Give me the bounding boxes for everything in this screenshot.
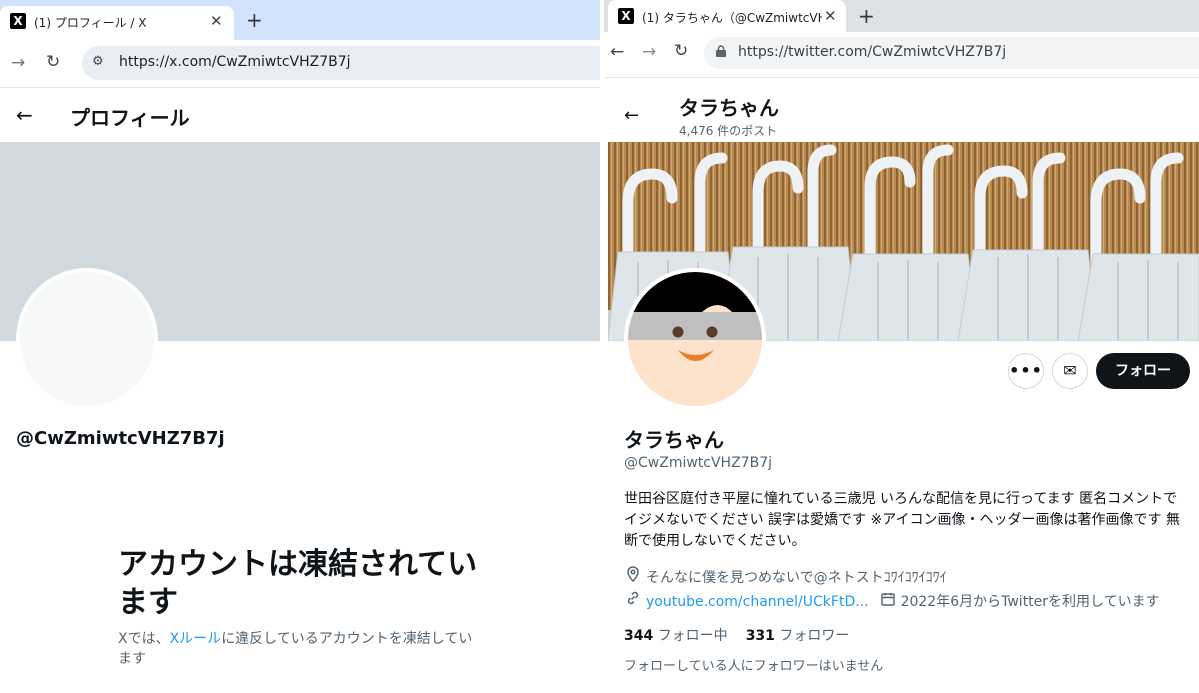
profile-avatar[interactable] [624,268,766,410]
left-toolbar: → ↻ ⚙ https://x.com/CwZmiwtcVHZ7B7j [0,40,600,86]
right-tab-profile[interactable]: X (1) タラちゃん（@CwZmiwtcVHZ7B7j ✕ [608,0,846,32]
right-toolbar: ← → ↻ https://twitter.com/CwZmiwtcVHZ7B7… [604,32,1199,74]
back-arrow-icon[interactable]: ← [624,105,639,127]
following-count: 344 [624,628,654,644]
right-tab-strip: X (1) タラちゃん（@CwZmiwtcVHZ7B7j ✕ + [604,0,1199,32]
suspended-description: Xでは、Xルールに違反しているアカウントを凍結しています [118,629,478,669]
left-tab-strip: X (1) プロフィール / X ✕ + [0,0,600,40]
joined-text: 2022年6月からTwitterを利用しています [900,594,1160,610]
message-button[interactable]: ✉ [1052,353,1088,389]
left-address-bar[interactable]: ⚙ https://x.com/CwZmiwtcVHZ7B7j [82,46,600,80]
back-icon[interactable]: ← [610,42,624,62]
forward-icon[interactable]: → [642,42,656,62]
lock-icon[interactable] [716,45,726,57]
user-handle: @CwZmiwtcVHZ7B7j [624,455,772,471]
back-arrow-icon[interactable]: ← [16,104,33,126]
left-browser-window: X (1) プロフィール / X ✕ + → ↻ ⚙ https://x.com… [0,0,600,693]
left-tab-title: (1) プロフィール / X [34,16,147,30]
page-title: プロフィール [70,106,190,130]
left-profile-header: ← プロフィール [0,88,600,142]
new-tab-button[interactable]: + [858,6,875,26]
no-mutual-followers: フォローしている人にフォロワーはいません [624,659,884,674]
profile-bio: 世田谷区庭付き平屋に憧れている三歳児 いろんな配信を見に行ってます 匿名コメント… [624,491,1180,549]
left-url-text[interactable]: https://x.com/CwZmiwtcVHZ7B7j [119,54,351,70]
left-tab-profile[interactable]: X (1) プロフィール / X ✕ [0,6,234,40]
x-logo-icon: X [618,8,634,24]
right-url-text[interactable]: https://twitter.com/CwZmiwtcVHZ7B7j [738,44,1006,60]
suspended-handle: @CwZmiwtcVHZ7B7j [16,428,225,449]
youtube-link[interactable]: youtube.com/channel/UCkFtD... [646,594,869,610]
right-profile-header: ← タラちゃん 4,476 件のポスト [604,88,1199,140]
forward-icon[interactable]: → [11,53,25,73]
followers-label: フォロワー [779,628,850,644]
new-tab-button[interactable]: + [246,10,263,30]
following-link[interactable]: 344 フォロー中 [624,628,728,644]
x-rules-link[interactable]: Xルール [170,631,222,647]
link-icon [627,591,639,605]
reload-icon[interactable]: ↻ [674,41,688,61]
followers-link[interactable]: 331 フォロワー [746,628,850,644]
toolbar-divider [604,77,1199,78]
close-icon[interactable]: ✕ [824,8,837,24]
avatar-cartoon-face [628,272,762,406]
profile-location: そんなに僕を見つめないで@ネトストｺﾜｲｺﾜｲｺﾜｲ [624,566,947,587]
post-count: 4,476 件のポスト [679,124,778,138]
following-label: フォロー中 [657,628,728,644]
mail-icon: ✉ [1063,361,1077,380]
reload-icon[interactable]: ↻ [46,52,60,72]
right-address-bar[interactable]: https://twitter.com/CwZmiwtcVHZ7B7j [704,37,1199,69]
x-logo-icon: X [10,13,26,29]
calendar-icon [880,593,895,606]
joined-date: 2022年6月からTwitterを利用しています [879,593,1160,610]
header-display-name: タラちゃん [679,96,779,120]
follow-button[interactable]: フォロー [1096,353,1190,389]
more-options-button[interactable]: ••• [1008,353,1044,389]
followers-count: 331 [745,628,775,644]
suspended-title: アカウントは凍結されています [118,547,478,620]
right-tab-title: (1) タラちゃん（@CwZmiwtcVHZ7B7j [642,11,822,25]
site-info-icon[interactable]: ⚙ [92,54,104,69]
location-pin-icon [627,566,639,582]
right-browser-window: X (1) タラちゃん（@CwZmiwtcVHZ7B7j ✕ + ← → ↻ h… [604,0,1199,693]
close-icon[interactable]: ✕ [210,13,223,29]
location-text: そんなに僕を見つめないで@ネトストｺﾜｲｺﾜｲｺﾜｲ [646,570,947,586]
empty-avatar [16,268,158,410]
profile-link-and-joined: youtube.com/channel/UCkFtD... 2022年6月からT… [624,590,1160,611]
display-name: タラちゃん [624,428,724,452]
follow-stats: 344 フォロー中 331 フォロワー [624,625,849,645]
suspended-desc-prefix: Xでは、 [118,631,170,647]
